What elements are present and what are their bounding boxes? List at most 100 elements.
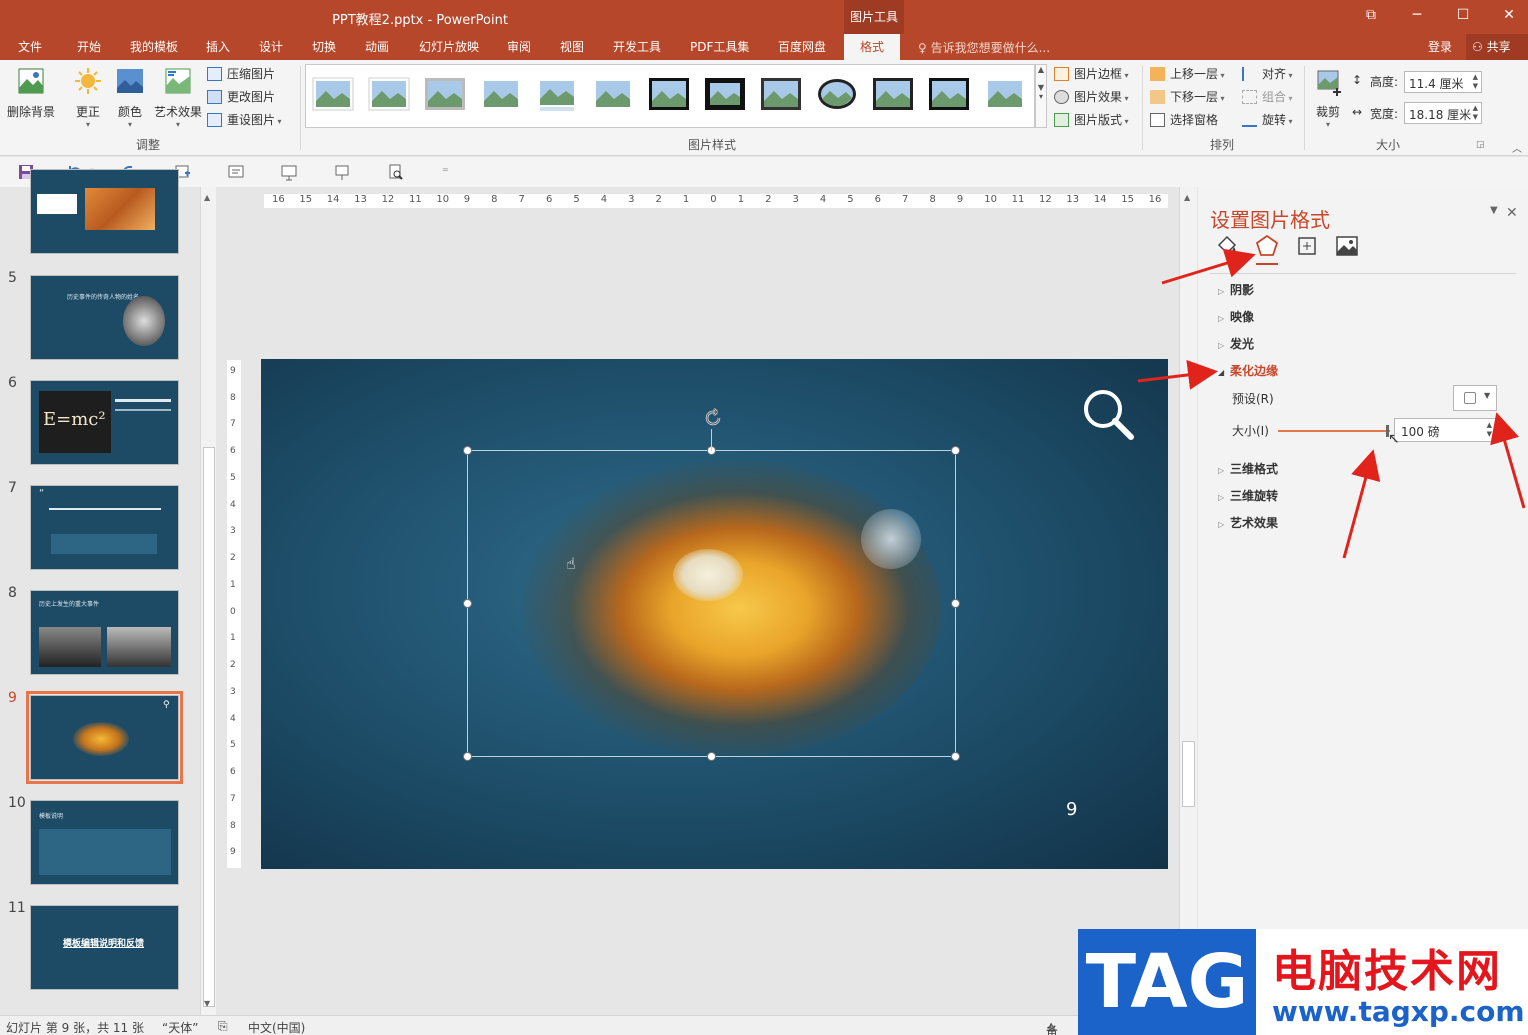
tab-baidu-netdisk[interactable]: 百度网盘 [778,38,826,55]
scrollbar-thumb[interactable] [203,447,215,1007]
customize-qat-icon[interactable]: = [442,165,449,174]
slide-thumbnail[interactable]: E=mc² [30,380,179,465]
align-button[interactable]: 对齐 ▾ [1242,64,1293,84]
style-thumb[interactable] [536,77,578,113]
style-thumb[interactable] [424,77,466,113]
collapse-ribbon-icon[interactable]: ︿ [1512,140,1522,155]
section-soft-edges[interactable]: ◢ 柔化边缘 [1218,362,1278,379]
spellcheck-icon[interactable]: ⎘ [218,1019,228,1034]
picture-tab-icon[interactable] [1334,233,1360,259]
section-shadow[interactable]: ▷ 阴影 [1218,281,1254,298]
slide-panel-scrollbar[interactable]: ▲ ▼ [200,187,216,1015]
resize-handle[interactable] [463,599,472,608]
tab-insert[interactable]: 插入 [206,38,230,55]
bring-forward-button[interactable]: 上移一层 ▾ [1150,64,1225,84]
tab-slideshow[interactable]: 幻灯片放映 [419,38,479,55]
maximize-icon[interactable]: ☐ [1448,4,1478,26]
tab-animations[interactable]: 动画 [365,38,389,55]
gallery-scroll[interactable]: ▲ ▼ ▾ [1035,64,1047,128]
pane-options-icon[interactable]: ▼ [1490,205,1498,216]
rotate-button[interactable]: 旋转 ▾ [1242,110,1293,130]
corrections-button[interactable]: 更正 ▾ [70,66,106,129]
slideshow-from-start-icon[interactable] [280,163,298,181]
width-input[interactable]: 18.18 厘米 ▲ ▼ [1404,102,1482,124]
group-button[interactable]: 组合 ▾ [1242,87,1293,107]
reset-picture-button[interactable]: 重设图片 ▾ [207,110,282,130]
size-dialog-launcher-icon[interactable]: ◲ [1476,140,1485,150]
spinner-icon[interactable]: ▲ ▼ [1487,421,1492,439]
section-artistic-effects[interactable]: ▷ 艺术效果 [1218,514,1278,531]
color-button[interactable]: 颜色 ▾ [112,66,148,129]
resize-handle[interactable] [463,446,472,455]
compress-pictures-button[interactable]: 压缩图片 [207,64,275,84]
tab-review[interactable]: 审阅 [507,38,531,55]
rotate-handle-icon[interactable] [702,407,724,429]
slide-thumbnail[interactable]: 历史上发生的重大事件 [30,590,179,675]
tell-me-search[interactable]: ♀ 告诉我您想要做什么... [918,39,1050,56]
tab-transitions[interactable]: 切换 [312,38,336,55]
style-thumb[interactable] [592,77,634,113]
close-icon[interactable]: ✕ [1494,4,1524,26]
scrollbar-thumb[interactable] [1182,741,1195,807]
remove-background-button[interactable]: 删除背景 [4,66,58,120]
resize-handle[interactable] [951,752,960,761]
presentation-icon[interactable] [333,163,351,181]
slide-thumbnail[interactable]: 历史事件的传奇人物的姓名 [30,275,179,360]
resize-handle[interactable] [707,752,716,761]
picture-layout-button[interactable]: 图片版式 ▾ [1054,110,1129,130]
style-thumb[interactable] [480,77,522,113]
slide-thumbnail[interactable]: “ [30,485,179,570]
style-thumb[interactable] [984,77,1026,113]
soft-edge-preset-dropdown[interactable]: ▼ [1453,385,1497,411]
style-thumb[interactable] [760,77,802,113]
language-status[interactable]: 中文(中国) [248,1019,305,1035]
tab-view[interactable]: 视图 [560,38,584,55]
style-thumb[interactable] [704,77,746,113]
ribbon-display-icon[interactable]: ⧉ [1356,4,1386,26]
section-3d-rotation[interactable]: ▷ 三维旋转 [1218,487,1278,504]
picture-effects-button[interactable]: 图片效果 ▾ [1054,87,1129,107]
style-thumb[interactable] [872,77,914,113]
change-picture-button[interactable]: 更改图片 [207,87,275,107]
style-thumb[interactable] [928,77,970,113]
soft-edge-size-input[interactable]: 100 磅 ▲ ▼ [1394,418,1496,442]
style-thumb[interactable] [312,77,354,113]
crop-button[interactable]: 裁剪 ▾ [1310,66,1346,129]
send-backward-button[interactable]: 下移一层 ▾ [1150,87,1225,107]
section-reflection[interactable]: ▷ 映像 [1218,308,1254,325]
pane-close-icon[interactable]: ✕ [1506,205,1518,221]
login-link[interactable]: 登录 [1428,38,1452,55]
slide-thumbnail[interactable]: 模板说明 [30,800,179,885]
picture-selection-frame[interactable] [463,408,960,761]
resize-handle[interactable] [463,752,472,761]
text-box-icon[interactable] [227,163,245,181]
share-button[interactable]: ⚇ 共享 [1466,34,1528,60]
tab-pdf-tools[interactable]: PDF工具集 [690,38,749,55]
picture-styles-gallery[interactable] [305,64,1035,128]
minimize-icon[interactable]: ─ [1402,4,1432,26]
soft-edge-size-slider[interactable] [1278,430,1390,432]
slide-thumbnail[interactable]: 模板编辑说明和反馈 [30,905,179,990]
style-thumb[interactable] [648,77,690,113]
artistic-effects-button[interactable]: 艺术效果 ▾ [152,66,204,129]
tab-home[interactable]: 开始 [77,38,101,55]
fill-line-tab-icon[interactable] [1214,233,1240,259]
resize-handle[interactable] [951,446,960,455]
style-thumb[interactable] [816,77,858,113]
print-preview-icon[interactable] [387,163,405,181]
slide-thumbnail-active[interactable]: ⚲ [26,691,183,784]
resize-handle[interactable] [951,599,960,608]
selection-pane-button[interactable]: 选择窗格 [1150,110,1218,130]
picture-border-button[interactable]: 图片边框 ▾ [1054,64,1129,84]
editor-scrollbar[interactable]: ▲ [1179,187,1197,1015]
tab-my-templates[interactable]: 我的模板 [130,38,178,55]
tab-format[interactable]: 格式 [844,34,901,60]
slide-thumbnail[interactable] [30,169,179,254]
style-thumb[interactable] [368,77,410,113]
section-glow[interactable]: ▷ 发光 [1218,335,1254,352]
height-input[interactable]: 11.4 厘米 ▲ ▼ [1404,71,1482,93]
tab-file[interactable]: 文件 [18,38,42,55]
effects-tab-icon[interactable] [1254,233,1280,259]
size-properties-tab-icon[interactable] [1294,233,1320,259]
tab-developer[interactable]: 开发工具 [613,38,661,55]
